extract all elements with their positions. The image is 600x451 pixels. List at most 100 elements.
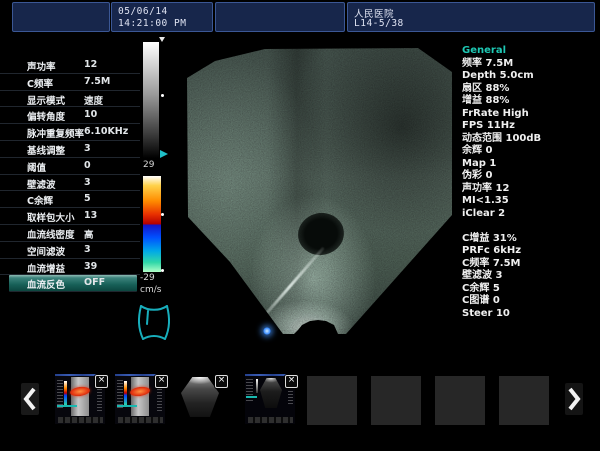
parameter-label: 血流反色 — [27, 277, 65, 291]
info-line: 增益 88% — [462, 95, 598, 108]
parameter-label: 壁滤波 — [27, 177, 56, 191]
titlebar-empty-box-2 — [215, 2, 345, 32]
parameter-row[interactable]: 血流线密度 高 — [0, 225, 140, 242]
titlebar-empty-box-1 — [12, 2, 110, 32]
info-line: 扇区 88% — [462, 83, 598, 96]
parameter-value: 3 — [84, 244, 91, 255]
info-line: 壁滤波 3 — [462, 270, 598, 283]
cursor-marker — [159, 37, 165, 42]
info-line: iClear 2 — [462, 208, 598, 221]
parameter-value: 3 — [84, 177, 91, 188]
time-text: 14:21:00 PM — [118, 18, 186, 29]
parameter-row[interactable]: C频率 7.5M — [0, 74, 140, 91]
thumbnail-slot-empty — [371, 376, 421, 425]
parameter-row[interactable]: 壁滤波 3 — [0, 175, 140, 192]
parameter-row[interactable]: 声功率 12 — [0, 57, 140, 74]
parameter-label: 显示模式 — [27, 93, 65, 107]
parameter-row[interactable]: C余辉 5 — [0, 191, 140, 208]
info-line: C频率 7.5M — [462, 258, 598, 271]
chevron-left-icon — [23, 387, 37, 411]
thumbnail-color-doppler-1[interactable]: × — [55, 374, 105, 424]
probe-orientation-marker — [263, 327, 271, 335]
parameter-label: 声功率 — [27, 59, 56, 73]
parameter-value: 39 — [84, 261, 97, 272]
parameter-value: 6.10KHz — [84, 126, 128, 137]
info-line: FPS 11Hz — [462, 120, 598, 133]
parameter-value: 10 — [84, 109, 97, 120]
parameter-value: OFF — [84, 277, 105, 288]
mini-colorbar — [64, 381, 67, 405]
close-icon[interactable]: × — [215, 375, 228, 388]
parameter-menu: 声功率 12 C频率 7.5M 显示模式 速度 偏转角度 10 脉冲重复频率 6… — [0, 57, 140, 292]
parameter-row[interactable]: 偏转角度 10 — [0, 107, 140, 124]
info-line: Depth 5.0cm — [462, 70, 598, 83]
color-mode-params: C增益 31% PRFc 6kHz C频率 7.5M 壁滤波 3 C余辉 5 C… — [462, 233, 598, 321]
parameter-row[interactable]: 空间滤波 3 — [0, 242, 140, 259]
info-line: Steer 10 — [462, 308, 598, 321]
parameter-label: 阈值 — [27, 160, 46, 174]
date-text: 05/06/14 — [118, 6, 168, 17]
parameter-row[interactable]: 脉冲重复频率 6.10KHz — [0, 124, 140, 141]
parameter-label: 基线调整 — [27, 143, 65, 157]
close-icon[interactable]: × — [155, 375, 168, 388]
info-line: C增益 31% — [462, 233, 598, 246]
info-line: PRFc 6kHz — [462, 245, 598, 258]
parameter-value: 12 — [84, 59, 97, 70]
thumbnail-color-doppler-2[interactable]: × — [115, 374, 165, 424]
hospital-box: 人民医院 L14-5/38 — [347, 2, 595, 32]
parameter-value: 7.5M — [84, 76, 110, 87]
preset-name: General — [462, 45, 598, 58]
mini-vessel-band — [131, 377, 149, 416]
grayscale-bar — [143, 42, 159, 158]
close-icon[interactable]: × — [285, 375, 298, 388]
body-marker-icon[interactable] — [134, 302, 174, 342]
thumbnail-slot-empty — [499, 376, 549, 425]
info-line: 动态范围 100dB — [462, 133, 598, 146]
parameter-label: 偏转角度 — [27, 109, 65, 123]
thumbnail-slot-empty — [435, 376, 485, 425]
parameter-value: 0 — [84, 160, 91, 171]
thumbnail-fullscreen-capture[interactable]: × — [245, 374, 295, 424]
mini-sector-image — [260, 378, 282, 408]
info-line: Map 1 — [462, 158, 598, 171]
parameter-row[interactable]: 阈值 0 — [0, 158, 140, 175]
info-line: 声功率 12 — [462, 183, 598, 196]
parameter-row[interactable]: 显示模式 速度 — [0, 91, 140, 108]
close-icon[interactable]: × — [95, 375, 108, 388]
mini-vessel-band — [71, 377, 89, 416]
info-line: C余辉 5 — [462, 283, 598, 296]
parameter-label: 空间滤波 — [27, 244, 65, 258]
mini-text — [57, 380, 63, 408]
parameter-label: C频率 — [27, 76, 53, 90]
info-line: MI<1.35 — [462, 195, 598, 208]
chevron-right-icon — [567, 387, 581, 411]
info-line: 伪彩 0 — [462, 170, 598, 183]
speckle-noise — [186, 45, 456, 337]
parameter-label: C余辉 — [27, 193, 53, 207]
prev-thumbnails-button[interactable] — [21, 383, 39, 415]
image-info-panel: General 频率 7.5M Depth 5.0cm 扇区 88% 增益 88… — [462, 45, 598, 320]
mini-highlight — [57, 405, 77, 407]
parameter-value: 13 — [84, 210, 97, 221]
next-thumbnails-button[interactable] — [565, 383, 583, 415]
mini-text — [246, 379, 253, 403]
velocity-min-label: -29 — [140, 273, 155, 283]
parameter-value: 速度 — [84, 93, 103, 107]
color-doppler-bar — [143, 176, 161, 272]
mini-colorbar — [124, 381, 127, 405]
parameter-row[interactable]: 血流反色 OFF — [9, 275, 137, 292]
mini-highlight — [246, 396, 257, 398]
ultrasound-image — [186, 45, 456, 337]
mini-sector-image — [181, 377, 219, 417]
gain-pointer-icon[interactable] — [160, 150, 168, 158]
mini-highlight — [117, 405, 137, 407]
thumbnail-bw-sector[interactable]: × — [175, 374, 225, 424]
mini-graybar — [256, 379, 258, 393]
info-line: 余辉 0 — [462, 145, 598, 158]
b-mode-params: 频率 7.5M Depth 5.0cm 扇区 88% 增益 88% FrRate… — [462, 58, 598, 221]
parameter-row[interactable]: 基线调整 3 — [0, 141, 140, 158]
parameter-row[interactable]: 血流增益 39 — [0, 259, 140, 276]
parameter-label: 脉冲重复频率 — [27, 126, 84, 140]
parameter-row[interactable]: 取样包大小 13 — [0, 208, 140, 225]
probe-model: L14-5/38 — [354, 18, 404, 29]
